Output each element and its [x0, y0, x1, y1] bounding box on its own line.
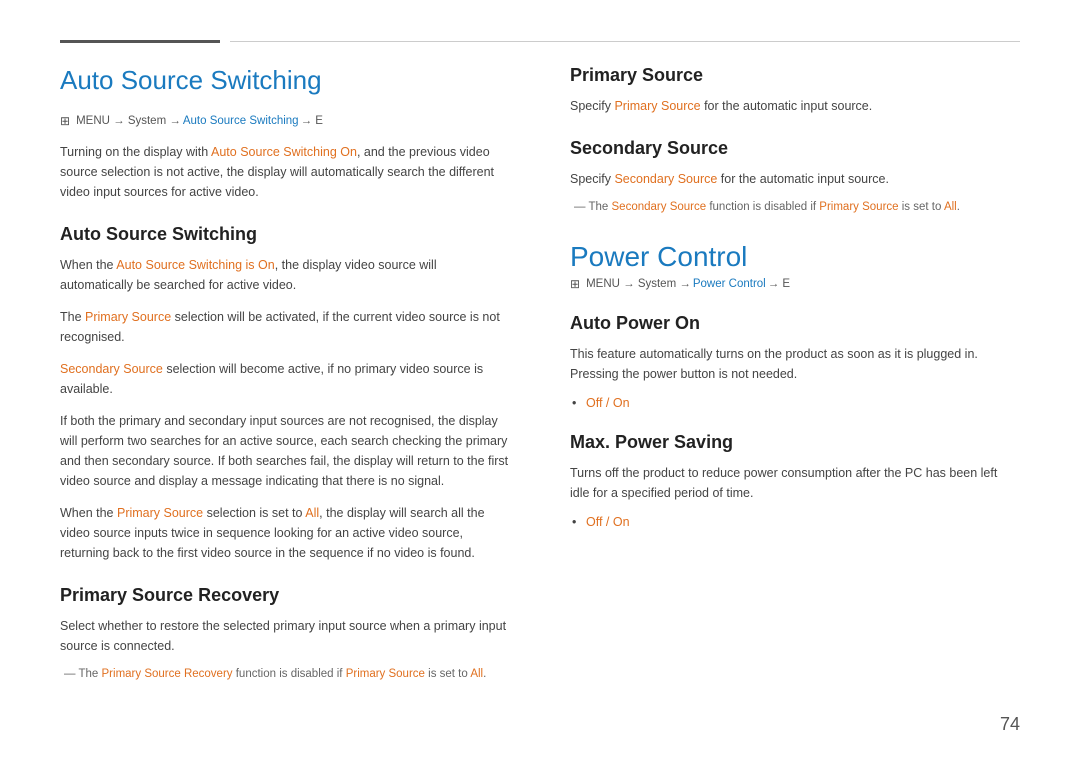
menu-path-text: MENU → System → [76, 115, 181, 127]
note-secondary-source: Secondary Source [612, 201, 707, 213]
auto-power-on-item: Off / On [586, 396, 1020, 410]
highlight-secondary-source2: Secondary Source [614, 172, 717, 186]
max-power-saving-para: Turns off the product to reduce power co… [570, 463, 1020, 503]
section-secondary-source: Secondary Source [570, 138, 1020, 159]
menu-path-suffix: → E [301, 115, 323, 127]
content-area: Auto Source Switching ⊞ MENU → System → … [60, 65, 1020, 723]
secondary-source-para: Specify Secondary Source for the automat… [570, 169, 1020, 189]
menu-path-power-link: Power Control [693, 278, 766, 290]
section-auto-source-switching: Auto Source Switching [60, 224, 510, 245]
primary-source-para: Specify Primary Source for the automatic… [570, 96, 1020, 116]
right-column: Primary Source Specify Primary Source fo… [570, 65, 1020, 723]
highlight-switching-on: Auto Source Switching is On [116, 258, 274, 272]
max-power-saving-list: Off / On [570, 515, 1020, 529]
left-column: Auto Source Switching ⊞ MENU → System → … [60, 65, 510, 723]
menu-icon: ⊞ [60, 114, 70, 128]
auto-source-para1: When the Auto Source Switching is On, th… [60, 255, 510, 295]
rule-thick [60, 40, 220, 43]
top-rule [60, 40, 1020, 43]
intro-paragraph: Turning on the display with Auto Source … [60, 142, 510, 202]
note-primary-source: Primary Source [346, 668, 425, 680]
note-primary-source-recovery: Primary Source Recovery [102, 668, 233, 680]
max-power-saving-item: Off / On [586, 515, 1020, 529]
note-all: All [470, 668, 483, 680]
auto-power-on-list: Off / On [570, 396, 1020, 410]
note-all2: All [944, 201, 957, 213]
highlight-auto-source-on: Auto Source Switching On [211, 145, 357, 159]
auto-source-para3: Secondary Source selection will become a… [60, 359, 510, 399]
menu-path-power-text: MENU → System → [586, 278, 691, 290]
section-primary-source: Primary Source [570, 65, 1020, 86]
power-control-heading: Power Control [570, 241, 1020, 273]
primary-source-recovery-para: Select whether to restore the selected p… [60, 616, 510, 656]
rule-thin [230, 41, 1020, 42]
highlight-secondary-source1: Secondary Source [60, 362, 163, 376]
highlight-primary-source1: Primary Source [85, 310, 171, 324]
highlight-primary-source2: Primary Source [117, 506, 203, 520]
primary-source-recovery-note: The Primary Source Recovery function is … [60, 668, 510, 680]
section-max-power-saving: Max. Power Saving [570, 432, 1020, 453]
menu-path-power-control: ⊞ MENU → System → Power Control → E [570, 277, 1020, 291]
auto-power-on-options: Off / On [586, 396, 630, 410]
highlight-all1: All [305, 506, 319, 520]
note-primary-source2: Primary Source [819, 201, 898, 213]
max-power-saving-options: Off / On [586, 515, 630, 529]
auto-source-para4: If both the primary and secondary input … [60, 411, 510, 491]
page-number: 74 [1000, 714, 1020, 735]
page-title: Auto Source Switching [60, 65, 510, 96]
menu-icon-power: ⊞ [570, 277, 580, 291]
menu-path-auto-source: ⊞ MENU → System → Auto Source Switching … [60, 114, 510, 128]
menu-path-link: Auto Source Switching [183, 115, 299, 127]
secondary-source-note: The Secondary Source function is disable… [570, 201, 1020, 213]
auto-source-para2: The Primary Source selection will be act… [60, 307, 510, 347]
section-auto-power-on: Auto Power On [570, 313, 1020, 334]
highlight-primary-source3: Primary Source [614, 99, 700, 113]
auto-power-on-para: This feature automatically turns on the … [570, 344, 1020, 384]
auto-source-para5: When the Primary Source selection is set… [60, 503, 510, 563]
page: Auto Source Switching ⊞ MENU → System → … [0, 0, 1080, 763]
menu-path-power-suffix: → E [768, 278, 790, 290]
section-primary-source-recovery: Primary Source Recovery [60, 585, 510, 606]
